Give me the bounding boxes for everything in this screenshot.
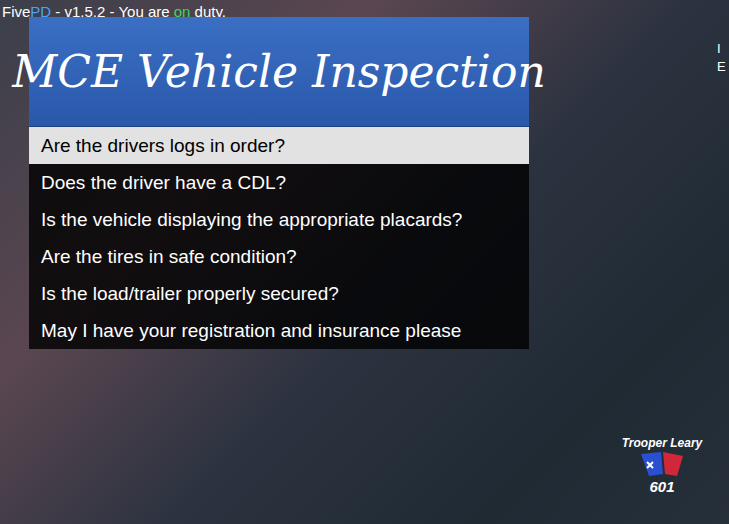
shield-icon: [637, 450, 687, 478]
menu-item[interactable]: Are the drivers logs in order?: [29, 127, 529, 164]
trooper-badge: Trooper Leary 601: [612, 436, 712, 495]
menu-item[interactable]: May I have your registration and insuran…: [29, 312, 529, 349]
menu-item[interactable]: Is the vehicle displaying the appropriat…: [29, 201, 529, 238]
side-hud: IE: [717, 40, 726, 76]
menu-item[interactable]: Are the tires in safe condition?: [29, 238, 529, 275]
game-scene: FivePD - v1.5.2 - You are on duty.IEMCE …: [0, 0, 729, 524]
menu-title: MCE Vehicle Inspection: [12, 46, 545, 98]
menu-item[interactable]: Is the load/trailer properly secured?: [29, 275, 529, 312]
menu-list: Are the drivers logs in order?Does the d…: [29, 127, 529, 349]
inspection-menu: MCE Vehicle InspectionAre the drivers lo…: [29, 17, 529, 349]
badge-number: 601: [649, 478, 674, 495]
menu-item[interactable]: Does the driver have a CDL?: [29, 164, 529, 201]
menu-header: MCE Vehicle Inspection: [29, 17, 529, 127]
badge-name: Trooper Leary: [622, 436, 702, 450]
side-text: E: [717, 58, 726, 76]
side-text: I: [717, 40, 726, 58]
